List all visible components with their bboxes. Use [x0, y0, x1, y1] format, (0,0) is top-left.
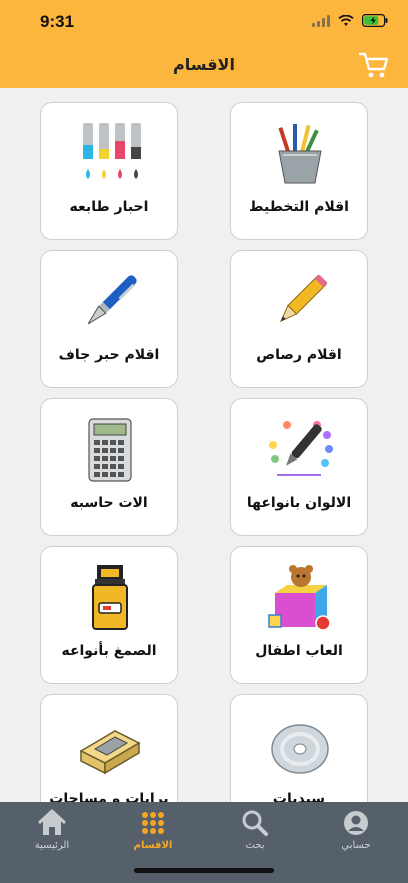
category-card-glue[interactable]: الصمغ بأنواعه	[40, 546, 178, 684]
colors-brush-icon	[265, 415, 335, 485]
page-title: الاقسام	[173, 55, 235, 74]
category-label: احبار طابعه	[69, 199, 149, 215]
category-card-planning-pens[interactable]: اقلام التخطيط	[230, 102, 368, 240]
grid-icon	[142, 812, 164, 834]
category-card-kids-toys[interactable]: العاب اطفال	[230, 546, 368, 684]
category-card-calculators[interactable]: الات حاسبه	[40, 398, 178, 536]
fountain-pen-icon	[75, 267, 145, 337]
tab-label: الرئيسية	[34, 840, 70, 851]
pencil-cup-icon	[265, 119, 335, 189]
app-header: 9:31 الاقسام	[0, 0, 408, 88]
category-card-pencils[interactable]: اقلام رصاص	[230, 250, 368, 388]
category-label: برايات و مساحات	[49, 791, 169, 802]
cd-icon	[265, 711, 335, 781]
cart-icon[interactable]	[358, 50, 390, 80]
category-card-sharpeners-erasers[interactable]: برايات و مساحات	[40, 694, 178, 802]
ink-cartridges-icon	[75, 119, 145, 189]
home-indicator	[134, 868, 274, 873]
category-label: سيديات	[272, 791, 326, 802]
tab-account[interactable]: حسابي	[316, 808, 396, 858]
categories-grid: اقلام التخطيط احبار طابعه اقلام رصاص اقل…	[0, 88, 408, 802]
category-card-cds[interactable]: سيديات	[230, 694, 368, 802]
toy-box-icon	[265, 563, 335, 633]
category-label: اقلام حبر جاف	[58, 347, 160, 363]
tab-home[interactable]: الرئيسية	[12, 808, 92, 858]
home-icon	[37, 809, 67, 835]
account-icon	[344, 811, 368, 835]
wifi-icon	[338, 14, 354, 26]
status-time: 9:31	[40, 12, 75, 31]
tab-search[interactable]: بحث	[215, 808, 295, 858]
status-icons	[312, 14, 388, 27]
category-card-ballpoint-pens[interactable]: اقلام حبر جاف	[40, 250, 178, 388]
battery-icon	[362, 14, 388, 27]
tab-label: حسابي	[341, 840, 371, 851]
glue-icon	[75, 563, 145, 633]
tab-label: الاقسام	[133, 840, 173, 851]
category-label: اقلام التخطيط	[249, 199, 349, 215]
category-label: اقلام رصاص	[256, 347, 342, 363]
category-label: العاب اطفال	[255, 643, 343, 659]
calculator-icon	[75, 415, 145, 485]
signal-icon	[312, 14, 330, 27]
tab-label: بحث	[245, 840, 265, 851]
sharpener-icon	[75, 711, 145, 781]
category-card-printer-inks[interactable]: احبار طابعه	[40, 102, 178, 240]
search-icon	[242, 810, 268, 836]
tab-categories[interactable]: الاقسام	[113, 808, 193, 858]
category-label: الصمغ بأنواعه	[61, 643, 157, 659]
category-label: الالوان بانواعها	[246, 495, 352, 511]
category-card-colors[interactable]: الالوان بانواعها	[230, 398, 368, 536]
pencil-icon	[265, 267, 335, 337]
category-label: الات حاسبه	[70, 495, 148, 511]
